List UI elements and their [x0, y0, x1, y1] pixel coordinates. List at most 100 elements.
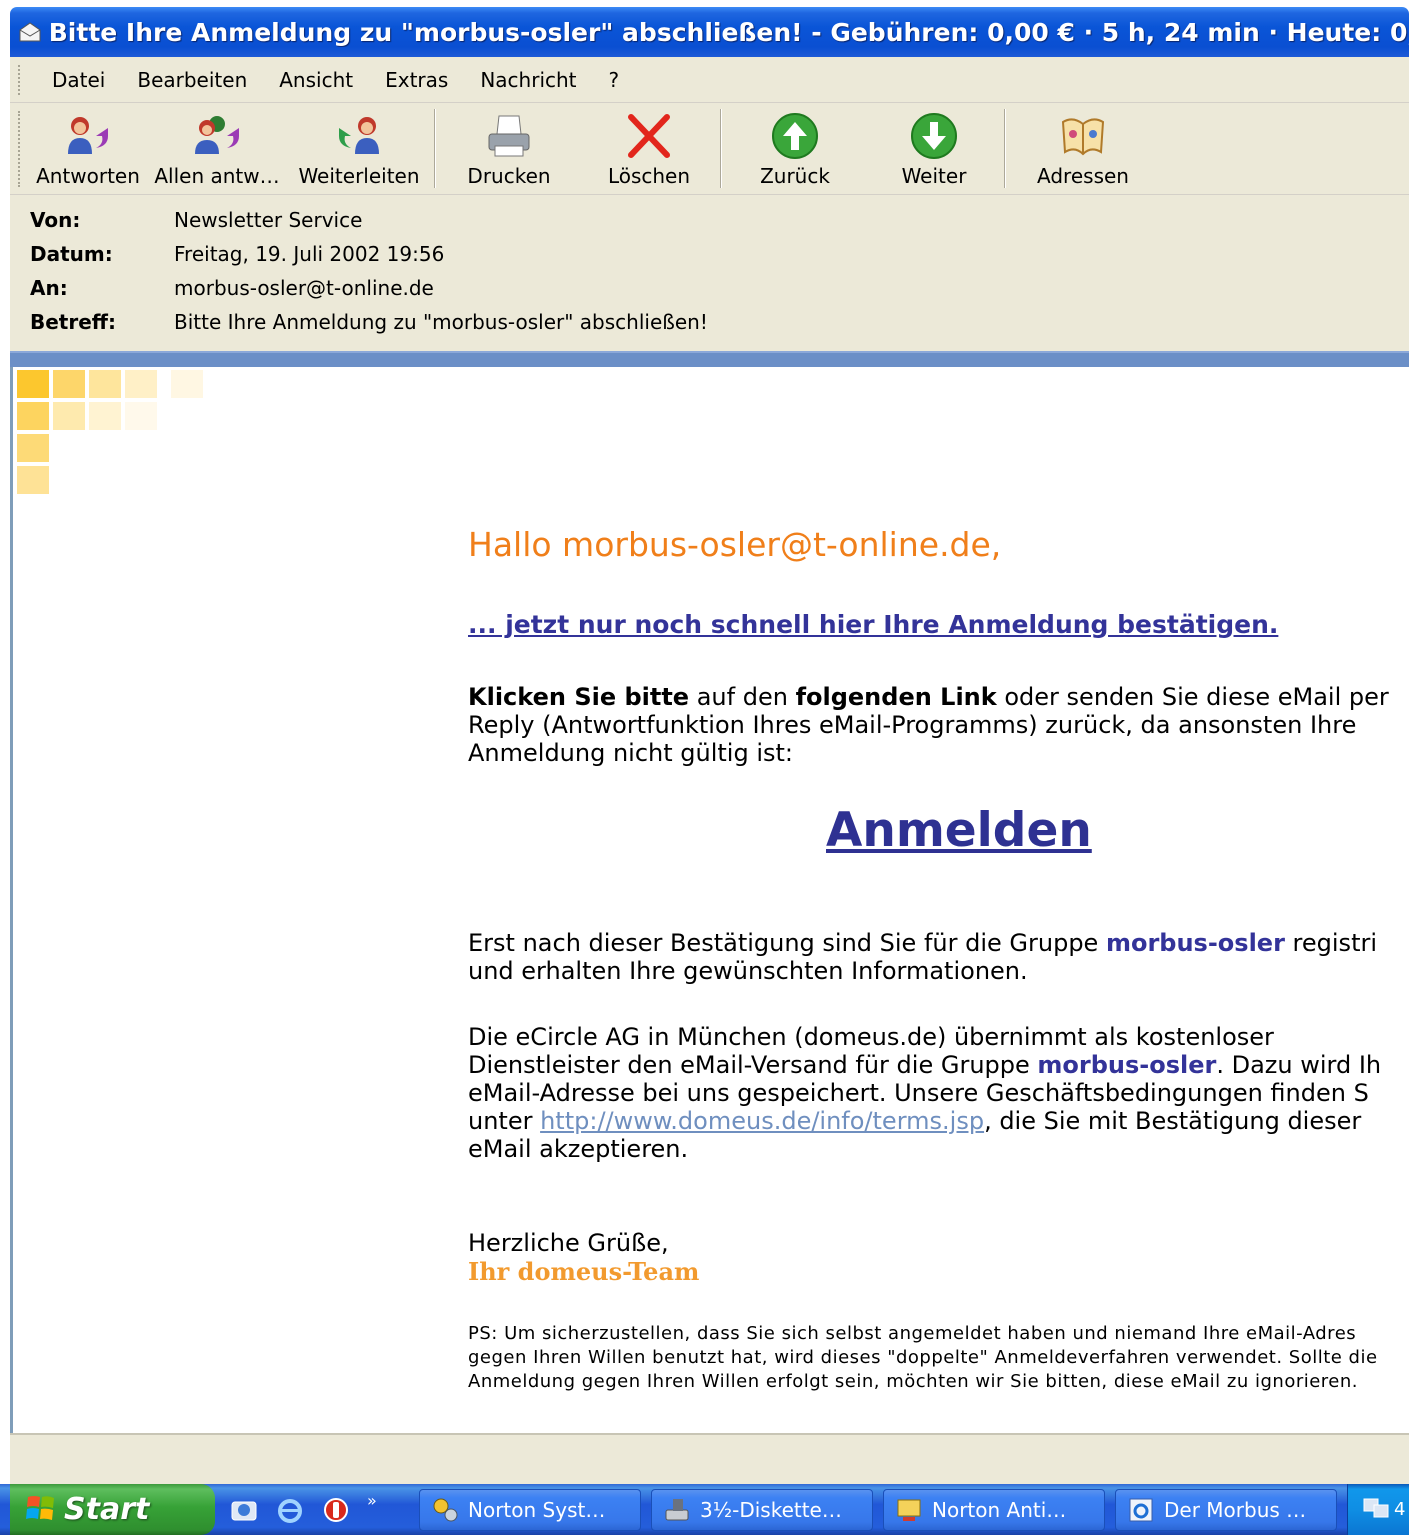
next-button[interactable]: Weiter: [866, 103, 1002, 194]
toolbar-separator: [720, 109, 722, 188]
conf-line-2: und erhalten Ihre gewünschten Informatio…: [468, 957, 1028, 985]
to-label: An:: [30, 276, 68, 300]
menu-bearbeiten[interactable]: Bearbeiten: [121, 68, 263, 92]
arrow-up-icon: [769, 112, 821, 160]
internet-explorer-icon[interactable]: [275, 1495, 305, 1525]
network-icon[interactable]: [1362, 1495, 1390, 1525]
printer-icon: [483, 112, 535, 160]
decor-square: [171, 370, 203, 398]
prov-text-4: , die Sie mit Bestätigung dieser: [984, 1107, 1362, 1135]
header-to-row: An: morbus-osler@t-online.de: [10, 271, 1409, 305]
menu-grip[interactable]: [18, 64, 22, 95]
greeting: Hallo morbus-osler@t-online.de,: [468, 525, 1002, 564]
header-from-row: Von: Newsletter Service: [10, 203, 1409, 237]
addresses-button[interactable]: Adressen: [1008, 103, 1158, 194]
quick-launch-more[interactable]: »: [367, 1491, 377, 1510]
email-app-icon[interactable]: [229, 1495, 259, 1525]
task-der-morbus[interactable]: Der Morbus …: [1115, 1488, 1337, 1531]
message-body[interactable]: Hallo morbus-osler@t-online.de, ... jetz…: [10, 367, 1409, 1433]
instr-bold-2: folgenden Link: [795, 683, 997, 711]
header-subject-row: Betreff: Bitte Ihre Anmeldung zu "morbus…: [10, 305, 1409, 339]
prov-text-1: Dienstleister den eMail-Versand für die …: [468, 1051, 1038, 1079]
ps-line-3: Anmeldung gegen Ihren Willen erfolgt sei…: [468, 1371, 1359, 1392]
header-divider: [10, 351, 1409, 367]
menu-extras[interactable]: Extras: [369, 68, 464, 92]
decor-square: [17, 466, 49, 494]
group-name: morbus-osler: [1105, 929, 1285, 957]
team-signature: Ihr domeus-Team: [468, 1257, 700, 1286]
screen-edge: [0, 0, 10, 1484]
windows-logo-icon: [26, 1493, 56, 1527]
monitor-icon: [894, 1495, 924, 1525]
instr-text-2: oder senden Sie diese eMail per: [996, 683, 1389, 711]
paragraph-instructions: Klicken Sie bitte auf den folgenden Link…: [468, 683, 1389, 767]
from-value[interactable]: Newsletter Service: [174, 208, 362, 232]
address-book-icon: [1057, 112, 1109, 160]
menu-nachricht[interactable]: Nachricht: [464, 68, 592, 92]
back-label: Zurück: [760, 164, 830, 188]
terms-link[interactable]: http://www.domeus.de/info/terms.jsp: [540, 1107, 984, 1135]
date-value: Freitag, 19. Juli 2002 19:56: [174, 242, 445, 266]
status-bar: [10, 1433, 1409, 1484]
decor-square: [89, 370, 121, 398]
tray-text: 4: [1394, 1499, 1406, 1520]
task-floppy[interactable]: 3½-Diskette…: [651, 1488, 873, 1531]
antivirus-icon[interactable]: [321, 1495, 351, 1525]
header-date-row: Datum: Freitag, 19. Juli 2002 19:56: [10, 237, 1409, 271]
decor-square: [17, 434, 49, 462]
back-button[interactable]: Zurück: [724, 103, 866, 194]
signup-link[interactable]: Anmelden: [826, 803, 1092, 858]
to-value[interactable]: morbus-osler@t-online.de: [174, 276, 434, 300]
from-label: Von:: [30, 208, 81, 232]
task-label: 3½-Diskette…: [700, 1497, 842, 1522]
quick-launch: »: [229, 1491, 419, 1525]
prov-text-3: unter: [468, 1107, 541, 1135]
task-norton-antivirus[interactable]: Norton Anti…: [883, 1488, 1105, 1531]
instr-line-3: Anmeldung nicht gültig ist:: [468, 739, 794, 767]
menu-help[interactable]: ?: [593, 68, 636, 92]
delete-button[interactable]: Löschen: [580, 103, 718, 194]
ps-line-1: PS: Um sicherzustellen, dass Sie sich se…: [468, 1323, 1357, 1344]
task-label: Der Morbus …: [1164, 1497, 1307, 1522]
decor-square: [17, 370, 49, 398]
prov-line-1: Die eCircle AG in München (domeus.de) üb…: [468, 1023, 1274, 1051]
reply-label: Antworten: [36, 164, 140, 188]
window-title: Bitte Ihre Anmeldung zu "morbus-osler" a…: [48, 17, 1409, 47]
paragraph-confirmation: Erst nach dieser Bestätigung sind Sie fü…: [468, 929, 1377, 985]
print-button[interactable]: Drucken: [438, 103, 580, 194]
toolbar-grip[interactable]: [18, 111, 22, 187]
conf-text-1: Erst nach dieser Bestätigung sind Sie fü…: [468, 929, 1106, 957]
subject-value: Bitte Ihre Anmeldung zu "morbus-osler" a…: [174, 310, 708, 334]
forward-icon: [333, 112, 385, 160]
reply-icon: [62, 112, 114, 160]
conf-text-2: registri: [1284, 929, 1378, 957]
message-header: Von: Newsletter Service Datum: Freitag, …: [10, 195, 1409, 351]
reply-all-button[interactable]: Allen antw…: [148, 103, 286, 194]
next-label: Weiter: [901, 164, 967, 188]
toolbar: Antworten Allen antw… Weiterleiten Druck…: [10, 103, 1409, 195]
title-bar[interactable]: Bitte Ihre Anmeldung zu "morbus-osler" a…: [10, 7, 1409, 57]
start-button[interactable]: Start: [10, 1484, 215, 1535]
task-norton-system[interactable]: Norton Syst…: [419, 1488, 641, 1531]
forward-button[interactable]: Weiterleiten: [286, 103, 432, 194]
menu-bar: Datei Bearbeiten Ansicht Extras Nachrich…: [10, 57, 1409, 103]
toolbar-separator: [1004, 109, 1006, 188]
prov-line-5: eMail akzeptieren.: [468, 1135, 689, 1163]
confirm-link[interactable]: ... jetzt nur noch schnell hier Ihre Anm…: [468, 610, 1278, 639]
gears-icon: [430, 1495, 460, 1525]
decor-square: [125, 370, 157, 398]
group-name: morbus-osler: [1037, 1051, 1217, 1079]
regards: Herzliche Grüße,: [468, 1229, 669, 1257]
task-label: Norton Anti…: [932, 1497, 1067, 1522]
decor-square: [125, 402, 157, 430]
arrow-down-icon: [908, 112, 960, 160]
task-label: Norton Syst…: [468, 1497, 606, 1522]
print-label: Drucken: [467, 164, 551, 188]
instr-text-1: auf den: [689, 683, 796, 711]
decor-square: [17, 402, 49, 430]
reply-button[interactable]: Antworten: [28, 103, 148, 194]
prov-line-3: eMail-Adresse bei uns gespeichert. Unser…: [468, 1079, 1369, 1107]
system-tray: 4: [1347, 1484, 1409, 1535]
menu-ansicht[interactable]: Ansicht: [263, 68, 369, 92]
menu-datei[interactable]: Datei: [36, 68, 121, 92]
